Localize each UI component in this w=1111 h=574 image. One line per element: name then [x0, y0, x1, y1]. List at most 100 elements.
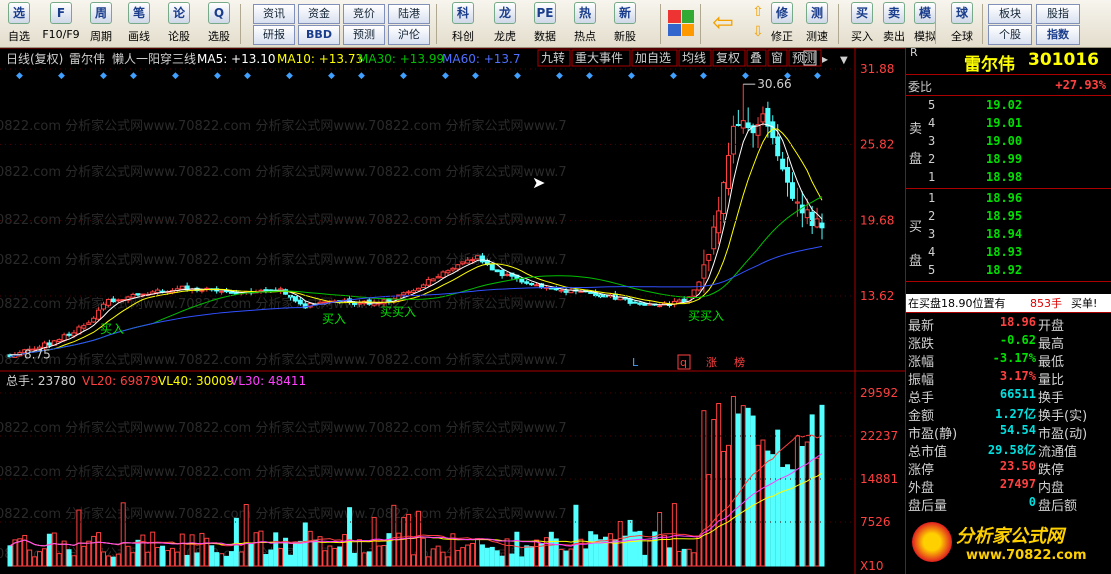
menu-button[interactable]: 资讯 — [253, 4, 295, 24]
chart-tab[interactable]: 叠 — [746, 49, 767, 67]
volume-bar — [666, 547, 672, 567]
volume-bar — [312, 539, 318, 567]
quote-panel: R 雷尔伟 301016 委比 +27.93% 5 19.02 4 19.01 3 19.00 2 18… — [905, 46, 1111, 574]
kline-chart[interactable]: 0822.com 分析家公式网www.70822.com 分析家公式网www.7… — [0, 48, 905, 574]
menu-button[interactable]: 预测 — [343, 25, 385, 45]
down-arrow-icon[interactable]: ⇩ — [748, 24, 768, 42]
event-marker[interactable]: ◆ — [172, 71, 179, 81]
weibi-row: 委比 +27.93% — [906, 77, 1111, 95]
right-menu-button[interactable]: 板块 — [988, 4, 1032, 24]
event-tag[interactable]: 榜 — [734, 355, 745, 369]
chart-tab[interactable]: 重大事件 — [571, 49, 631, 67]
right-menu-button[interactable]: 指数 — [1036, 25, 1080, 45]
ask-row[interactable]: 2 18.99 — [906, 151, 1111, 169]
toolbar-button-10[interactable]: 新新股 — [606, 2, 644, 46]
toolbar-button-1[interactable]: F F10/F9 — [42, 2, 80, 46]
event-marker[interactable]: ◆ — [472, 71, 479, 81]
volume-header-text: VL20: 69879 — [82, 374, 158, 388]
chart-tab[interactable]: 复权 — [712, 49, 746, 67]
volume-bar — [145, 551, 151, 567]
toolbar-button-7[interactable]: 龙龙虎 — [486, 2, 524, 46]
toolbar-button-9[interactable]: 热热点 — [566, 2, 604, 46]
event-marker[interactable]: ◆ — [514, 71, 521, 81]
bid-row[interactable]: 3 18.94 — [906, 226, 1111, 244]
toolbar-button-0[interactable]: 选自选 — [0, 2, 38, 46]
volume-bar — [637, 530, 643, 567]
candlestick — [489, 264, 495, 271]
candlestick — [415, 287, 421, 291]
menu-button[interactable]: BBD — [298, 25, 340, 45]
volume-bar — [76, 509, 82, 567]
toolbar-button-11[interactable]: 修修正 — [763, 2, 801, 46]
toolbar-button-8[interactable]: PE 数据 — [526, 2, 564, 46]
menu-button[interactable]: 资金 — [298, 4, 340, 24]
event-marker[interactable]: ◆ — [214, 71, 221, 81]
bid-row[interactable]: 1 18.96 — [906, 190, 1111, 208]
event-marker[interactable]: ◆ — [358, 71, 365, 81]
toolbar-button-16[interactable]: 球全球 — [943, 2, 981, 46]
volume-bar — [366, 551, 372, 567]
menu-button[interactable]: 研报 — [253, 25, 295, 45]
chart-tab[interactable]: 九转 — [537, 49, 571, 67]
ask-row[interactable]: 3 19.00 — [906, 133, 1111, 151]
event-marker[interactable]: ◆ — [244, 71, 251, 81]
right-menu-button[interactable]: 个股 — [988, 25, 1032, 45]
event-marker[interactable]: ◆ — [442, 71, 449, 81]
event-marker[interactable]: ◆ — [628, 71, 635, 81]
volume-bar — [51, 532, 57, 567]
back-arrow-icon[interactable]: ⇦ — [708, 8, 738, 38]
ask-row[interactable]: 4 19.01 — [906, 115, 1111, 133]
buy-side-label: 买 — [909, 220, 923, 235]
bid-row[interactable]: 5 18.92 — [906, 262, 1111, 280]
color-scheme-icon[interactable] — [668, 10, 694, 36]
volume-bar — [583, 548, 589, 567]
toolbar-button-5[interactable]: Q 选股 — [200, 2, 238, 46]
menu-button[interactable]: 竞价 — [343, 4, 385, 24]
event-marker[interactable]: ◆ — [58, 71, 65, 81]
chart-tab[interactable]: 加自选 — [631, 49, 678, 67]
toolbar-button-3[interactable]: 笔画线 — [120, 2, 158, 46]
menu-button[interactable]: 沪伦 — [388, 25, 430, 45]
event-tag[interactable]: 涨 — [706, 356, 717, 369]
event-marker[interactable]: ◆ — [670, 71, 677, 81]
event-marker[interactable]: ◆ — [586, 71, 593, 81]
ask-row[interactable]: 1 18.98 — [906, 169, 1111, 187]
candlestick — [130, 292, 136, 298]
event-marker[interactable]: ◆ — [784, 71, 791, 81]
toolbar-button-2[interactable]: 周周期 — [82, 2, 120, 46]
toolbar-button-12[interactable]: 测测速 — [798, 2, 836, 46]
toolbar-label: 全球 — [951, 30, 973, 43]
volume-bar — [696, 535, 702, 567]
right-menu-button[interactable]: 股指 — [1036, 4, 1080, 24]
chart-tab[interactable]: 均线 — [678, 49, 712, 67]
event-marker[interactable]: ◆ — [814, 71, 821, 81]
candlestick — [627, 296, 633, 306]
logo-text: 分析家公式网 — [956, 526, 1064, 547]
toolbar-button-6[interactable]: 科科创 — [444, 2, 482, 46]
event-marker[interactable]: ◆ — [100, 71, 107, 81]
menu-button[interactable]: 陆港 — [388, 4, 430, 24]
volume-bar — [632, 531, 638, 567]
event-marker[interactable]: ◆ — [556, 71, 563, 81]
up-arrow-icon[interactable]: ⇧ — [748, 4, 768, 22]
volume-bar — [376, 545, 382, 567]
toolbar-button-15[interactable]: 模模拟 — [906, 2, 944, 46]
event-marker[interactable]: ◆ — [130, 71, 137, 81]
volume-bar — [322, 550, 328, 567]
bid-level: 2 — [928, 209, 936, 223]
event-marker[interactable]: ◆ — [286, 71, 293, 81]
event-marker[interactable]: ◆ — [700, 71, 707, 81]
buy-signal-label: 买入 — [322, 312, 346, 326]
event-marker[interactable]: ◆ — [328, 71, 335, 81]
event-tag[interactable]: L — [632, 356, 639, 369]
bid-row[interactable]: 4 18.93 — [906, 244, 1111, 262]
watermark-text: 0822.com 分析家公式网www.70822.com 分析家公式网www.7… — [0, 352, 567, 368]
event-tag[interactable]: q — [677, 354, 691, 370]
bid-row[interactable]: 2 18.95 — [906, 208, 1111, 226]
event-marker[interactable]: ◆ — [400, 71, 407, 81]
chart-tab[interactable]: 窗 — [767, 49, 788, 67]
toolbar-button-4[interactable]: 论论股 — [160, 2, 198, 46]
ask-row[interactable]: 5 19.02 — [906, 97, 1111, 115]
event-marker[interactable]: ◆ — [16, 71, 23, 81]
event-marker[interactable]: ◆ — [742, 71, 749, 81]
